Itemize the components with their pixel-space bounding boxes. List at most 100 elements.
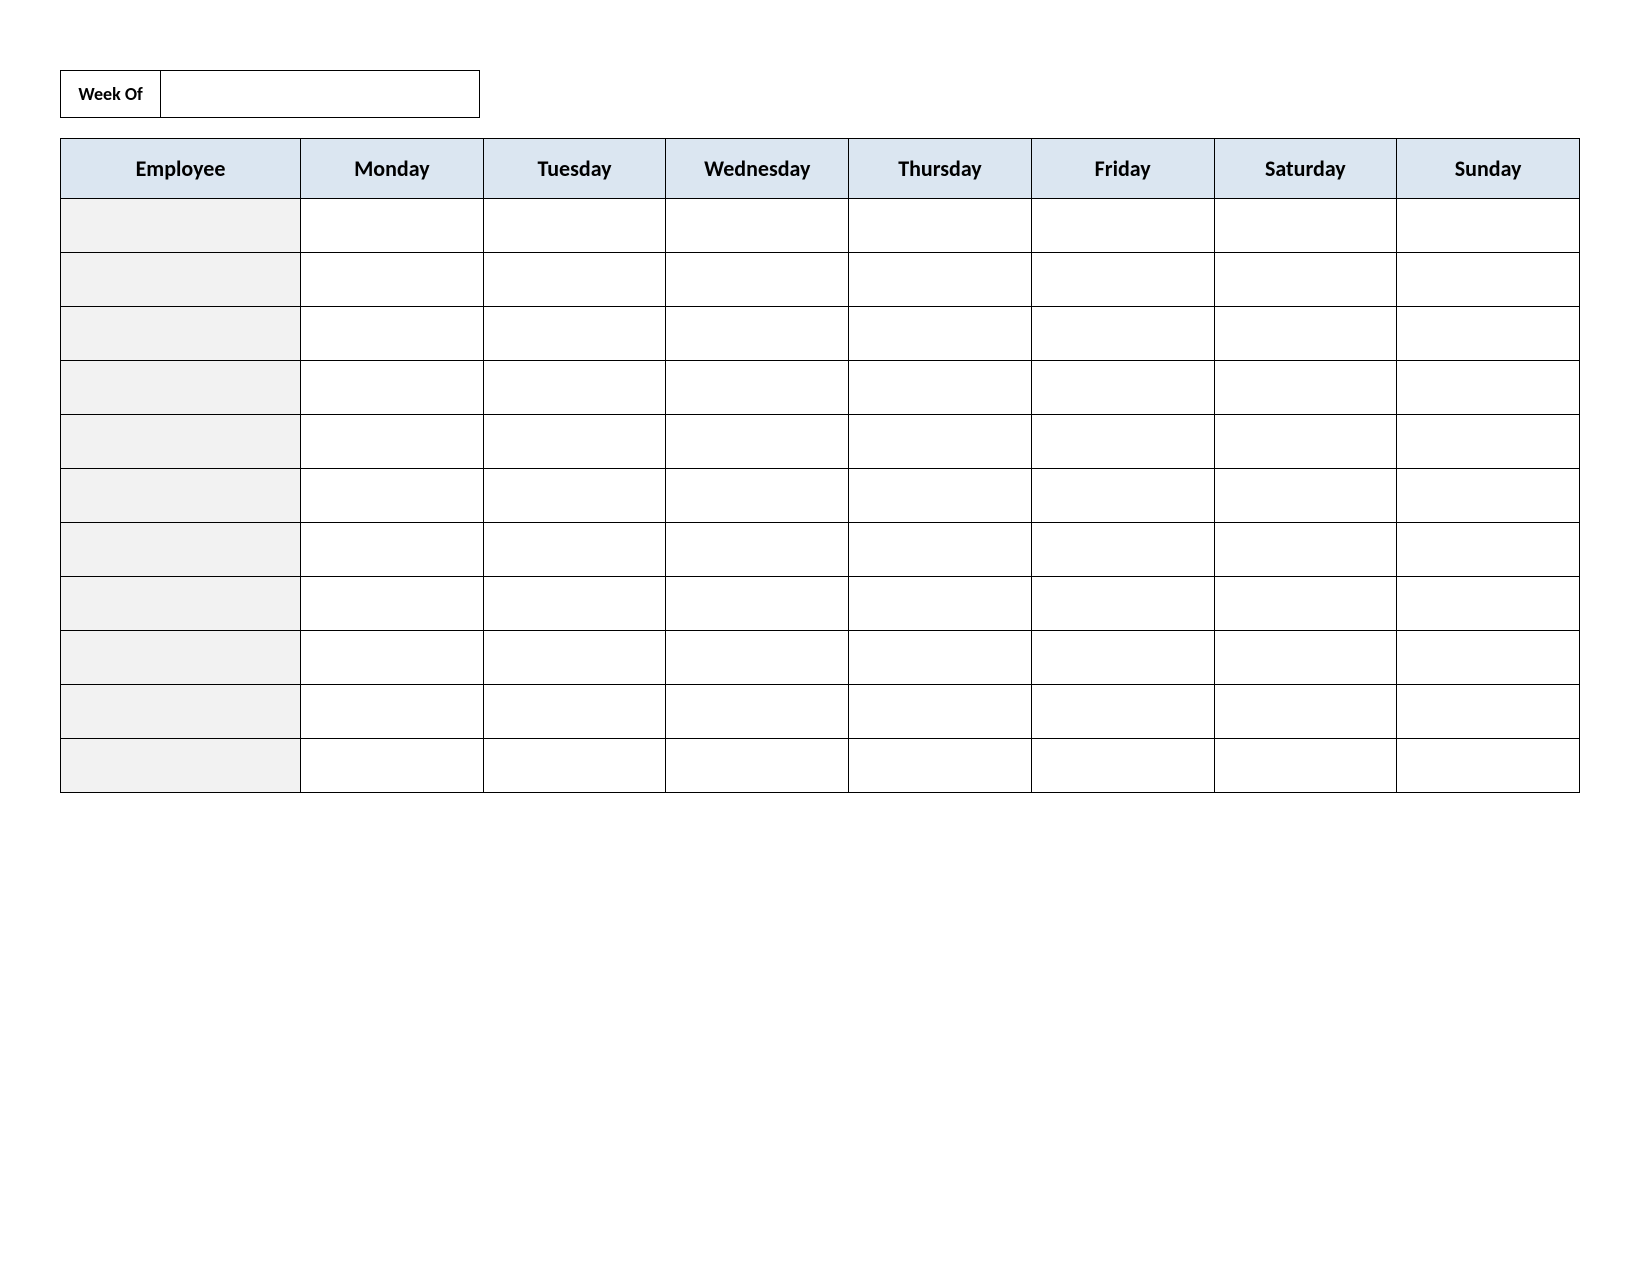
schedule-cell[interactable] xyxy=(301,199,484,253)
schedule-cell[interactable] xyxy=(1031,577,1214,631)
schedule-cell[interactable] xyxy=(849,199,1032,253)
schedule-cell[interactable] xyxy=(849,739,1032,793)
schedule-cell[interactable] xyxy=(1397,253,1580,307)
employee-cell[interactable] xyxy=(61,199,301,253)
schedule-cell[interactable] xyxy=(1397,199,1580,253)
schedule-cell[interactable] xyxy=(666,577,849,631)
schedule-body xyxy=(61,199,1580,793)
schedule-cell[interactable] xyxy=(1214,739,1397,793)
schedule-cell[interactable] xyxy=(483,199,666,253)
schedule-cell[interactable] xyxy=(666,631,849,685)
schedule-cell[interactable] xyxy=(1397,631,1580,685)
header-employee: Employee xyxy=(61,139,301,199)
schedule-cell[interactable] xyxy=(1031,631,1214,685)
schedule-table: Employee Monday Tuesday Wednesday Thursd… xyxy=(60,138,1580,793)
schedule-cell[interactable] xyxy=(1397,523,1580,577)
schedule-cell[interactable] xyxy=(849,685,1032,739)
schedule-cell[interactable] xyxy=(1214,199,1397,253)
employee-cell[interactable] xyxy=(61,685,301,739)
table-row xyxy=(61,253,1580,307)
employee-cell[interactable] xyxy=(61,361,301,415)
schedule-cell[interactable] xyxy=(666,523,849,577)
schedule-cell[interactable] xyxy=(483,361,666,415)
schedule-cell[interactable] xyxy=(1031,415,1214,469)
schedule-cell[interactable] xyxy=(1214,523,1397,577)
schedule-cell[interactable] xyxy=(666,415,849,469)
schedule-cell[interactable] xyxy=(301,469,484,523)
schedule-cell[interactable] xyxy=(1031,685,1214,739)
schedule-cell[interactable] xyxy=(301,361,484,415)
schedule-cell[interactable] xyxy=(1214,253,1397,307)
schedule-cell[interactable] xyxy=(849,361,1032,415)
schedule-cell[interactable] xyxy=(301,307,484,361)
schedule-cell[interactable] xyxy=(1214,307,1397,361)
employee-cell[interactable] xyxy=(61,631,301,685)
schedule-cell[interactable] xyxy=(666,199,849,253)
schedule-cell[interactable] xyxy=(1214,631,1397,685)
schedule-cell[interactable] xyxy=(1397,361,1580,415)
week-of-input[interactable] xyxy=(161,71,479,117)
schedule-cell[interactable] xyxy=(1397,307,1580,361)
table-row xyxy=(61,577,1580,631)
schedule-cell[interactable] xyxy=(483,523,666,577)
schedule-cell[interactable] xyxy=(301,253,484,307)
schedule-cell[interactable] xyxy=(483,685,666,739)
employee-cell[interactable] xyxy=(61,307,301,361)
employee-cell[interactable] xyxy=(61,415,301,469)
schedule-cell[interactable] xyxy=(301,739,484,793)
schedule-cell[interactable] xyxy=(1031,523,1214,577)
table-row xyxy=(61,685,1580,739)
schedule-cell[interactable] xyxy=(1214,469,1397,523)
schedule-cell[interactable] xyxy=(1031,361,1214,415)
header-saturday: Saturday xyxy=(1214,139,1397,199)
employee-cell[interactable] xyxy=(61,523,301,577)
week-of-label: Week Of xyxy=(61,71,161,117)
schedule-cell[interactable] xyxy=(1214,361,1397,415)
schedule-cell[interactable] xyxy=(1397,577,1580,631)
schedule-cell[interactable] xyxy=(1031,253,1214,307)
schedule-cell[interactable] xyxy=(849,307,1032,361)
schedule-cell[interactable] xyxy=(849,631,1032,685)
schedule-cell[interactable] xyxy=(849,415,1032,469)
schedule-cell[interactable] xyxy=(666,685,849,739)
schedule-cell[interactable] xyxy=(1031,469,1214,523)
header-friday: Friday xyxy=(1031,139,1214,199)
schedule-cell[interactable] xyxy=(1397,469,1580,523)
schedule-cell[interactable] xyxy=(666,739,849,793)
table-row xyxy=(61,523,1580,577)
schedule-cell[interactable] xyxy=(301,685,484,739)
schedule-cell[interactable] xyxy=(1031,739,1214,793)
schedule-cell[interactable] xyxy=(483,577,666,631)
employee-cell[interactable] xyxy=(61,739,301,793)
employee-cell[interactable] xyxy=(61,577,301,631)
schedule-cell[interactable] xyxy=(1397,739,1580,793)
schedule-cell[interactable] xyxy=(666,307,849,361)
schedule-cell[interactable] xyxy=(1397,685,1580,739)
schedule-cell[interactable] xyxy=(301,577,484,631)
employee-cell[interactable] xyxy=(61,469,301,523)
schedule-cell[interactable] xyxy=(666,469,849,523)
table-row xyxy=(61,469,1580,523)
schedule-cell[interactable] xyxy=(301,523,484,577)
schedule-cell[interactable] xyxy=(1214,415,1397,469)
schedule-cell[interactable] xyxy=(483,631,666,685)
schedule-cell[interactable] xyxy=(1214,685,1397,739)
schedule-cell[interactable] xyxy=(301,415,484,469)
schedule-cell[interactable] xyxy=(666,361,849,415)
schedule-cell[interactable] xyxy=(483,253,666,307)
schedule-cell[interactable] xyxy=(301,631,484,685)
schedule-cell[interactable] xyxy=(483,739,666,793)
employee-cell[interactable] xyxy=(61,253,301,307)
schedule-cell[interactable] xyxy=(1031,199,1214,253)
schedule-cell[interactable] xyxy=(483,415,666,469)
schedule-cell[interactable] xyxy=(849,577,1032,631)
schedule-cell[interactable] xyxy=(666,253,849,307)
schedule-cell[interactable] xyxy=(483,469,666,523)
schedule-cell[interactable] xyxy=(483,307,666,361)
schedule-cell[interactable] xyxy=(1214,577,1397,631)
schedule-cell[interactable] xyxy=(849,523,1032,577)
schedule-cell[interactable] xyxy=(1397,415,1580,469)
schedule-cell[interactable] xyxy=(849,469,1032,523)
schedule-cell[interactable] xyxy=(849,253,1032,307)
schedule-cell[interactable] xyxy=(1031,307,1214,361)
